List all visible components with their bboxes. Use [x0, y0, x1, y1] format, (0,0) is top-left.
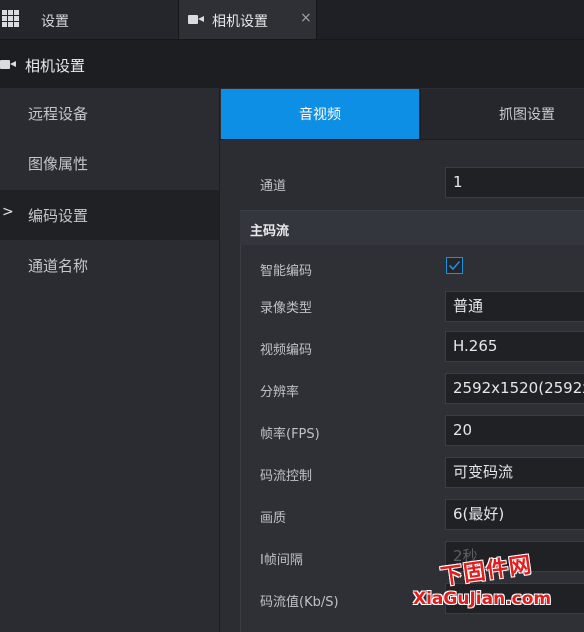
frame-rate-select[interactable]: 20	[445, 415, 584, 446]
chevron-right-icon: >	[2, 204, 14, 220]
video-codec-select[interactable]: H.265	[445, 331, 584, 362]
grid-menu-icon[interactable]	[2, 10, 20, 28]
main-stream-title: 主码流	[250, 224, 290, 239]
camera-icon	[188, 14, 204, 25]
sidebar-item-label: 图像属性	[28, 155, 89, 173]
tab-settings-label: 设置	[41, 14, 69, 30]
tab-camera-settings[interactable]: 相机设置 ×	[179, 0, 317, 39]
camera-icon	[0, 59, 16, 70]
sidebar-item-label: 远程设备	[28, 105, 89, 123]
record-type-label: 录像类型	[260, 301, 313, 316]
bitrate-control-select[interactable]: 可变码流	[445, 457, 584, 488]
watermark-url-text: XiaGuJian.com	[413, 589, 552, 609]
record-type-select[interactable]: 普通	[445, 291, 584, 322]
page-header: 相机设置	[0, 40, 584, 88]
tab-bar: 设置 相机设置 ×	[0, 0, 584, 40]
i-frame-interval-label: I帧间隔	[260, 553, 303, 568]
tab-settings[interactable]: 设置	[0, 0, 179, 39]
quality-label: 画质	[260, 511, 287, 526]
frame-rate-label: 帧率(FPS)	[260, 427, 320, 442]
sidebar-item-image-properties[interactable]: 图像属性	[0, 138, 219, 188]
sidebar-item-remote-device[interactable]: 远程设备	[0, 88, 219, 138]
resolution-select[interactable]: 2592x1520(2592x1	[445, 373, 584, 404]
main-stream-header: 主码流	[240, 210, 584, 246]
channel-label: 通道	[260, 179, 287, 194]
resolution-label: 分辨率	[260, 385, 300, 400]
sidebar-item-label: 编码设置	[28, 207, 89, 225]
video-codec-label: 视频编码	[260, 343, 313, 358]
close-icon[interactable]: ×	[300, 10, 312, 26]
tab-camera-settings-label: 相机设置	[212, 14, 268, 30]
page-title: 相机设置	[25, 57, 86, 75]
divider	[220, 139, 584, 140]
quality-select[interactable]: 6(最好)	[445, 499, 584, 530]
channel-select[interactable]: 1	[445, 167, 584, 198]
sidebar-item-label: 通道名称	[28, 257, 89, 275]
sidebar-item-channel-name[interactable]: 通道名称	[0, 240, 219, 290]
bitrate-value-label: 码流值(Kb/S)	[260, 595, 339, 610]
sidebar: 远程设备 图像属性 > 编码设置 通道名称	[0, 88, 220, 632]
bitrate-control-label: 码流控制	[260, 469, 313, 484]
tab-snapshot-settings[interactable]: 抓图设置	[420, 89, 584, 139]
sidebar-item-encode-settings[interactable]: > 编码设置	[0, 190, 219, 240]
smart-encode-label: 智能编码	[260, 264, 313, 279]
tab-audio-video[interactable]: 音视频	[221, 89, 419, 139]
checkmark-icon	[448, 260, 461, 271]
smart-encode-checkbox[interactable]	[446, 257, 463, 274]
